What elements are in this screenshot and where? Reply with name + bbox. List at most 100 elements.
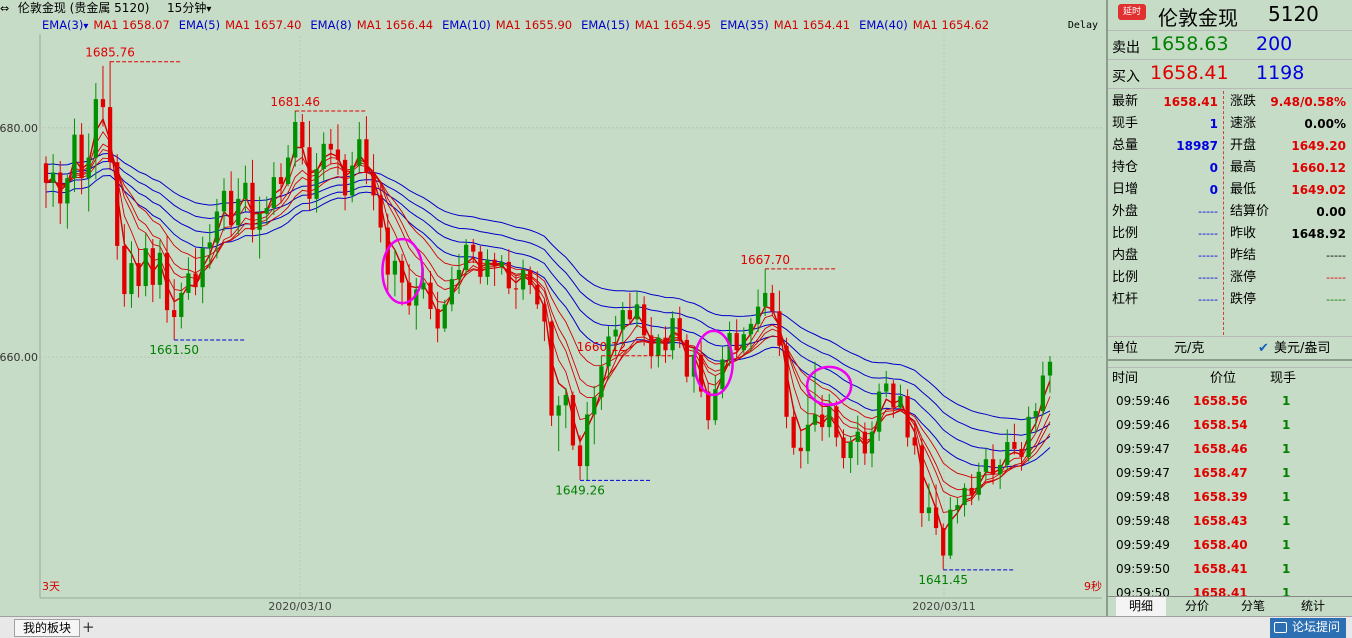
tick-list[interactable]: 09:59:46 1658.56 1 09:59:46 1658.54 1 09:59:47… (1108, 389, 1352, 607)
candle-body (812, 414, 818, 425)
stat-label: 跌停 (1230, 292, 1257, 307)
stat-value: 1660.12 (1291, 161, 1346, 175)
candle-body (805, 424, 811, 452)
extreme-price-label: 1660.12 (577, 340, 627, 354)
stat-value: ----- (1198, 271, 1218, 284)
buy-row[interactable]: 买入 1658.41 1198 (1108, 60, 1352, 89)
stat-label: 结算价 (1230, 204, 1270, 219)
candle-body (293, 122, 298, 158)
tick-row[interactable]: 09:59:50 1658.41 1 (1108, 557, 1348, 581)
tick-time: 09:59:50 (1116, 562, 1170, 576)
candle-body (463, 244, 469, 270)
forum-question-label: 论坛提问 (1291, 620, 1340, 634)
stat-label: 昨结 (1230, 248, 1257, 263)
candle-body (1033, 411, 1038, 417)
tick-row[interactable]: 09:59:47 1658.47 1 (1108, 461, 1348, 485)
stat-value: ----- (1198, 293, 1218, 306)
stat-value: 9.48/0.58% (1270, 95, 1346, 109)
extreme-price-label: 1681.46 (270, 95, 320, 109)
currency-value[interactable]: 美元/盎司 (1274, 337, 1330, 361)
legend-ema-3: EMA(10) (442, 18, 491, 32)
detail-tab[interactable]: 分笔 (1228, 597, 1278, 617)
tick-vol: 1 (1282, 442, 1291, 456)
candle-body (236, 198, 241, 226)
candle-body (143, 248, 148, 287)
tick-row[interactable]: 09:59:48 1658.43 1 (1108, 509, 1348, 533)
tick-time: 09:59:49 (1116, 538, 1170, 552)
tick-price: 1658.39 (1193, 490, 1248, 504)
sell-row[interactable]: 卖出 1658.63 200 (1108, 31, 1352, 60)
stat-label: 日增 (1112, 182, 1139, 197)
candle-body (641, 304, 647, 336)
candle-body (250, 182, 255, 230)
candle-body (563, 394, 568, 406)
unit-value[interactable]: 元/克 (1174, 337, 1204, 361)
indicator-selector[interactable]: EMA(3)▾ (42, 18, 88, 32)
candle-body (342, 159, 348, 196)
tick-row[interactable]: 09:59:48 1658.39 1 (1108, 485, 1348, 509)
stat-label: 持仓 (1112, 160, 1139, 175)
indicator-selector-label: EMA(3) (42, 18, 84, 32)
detail-tab[interactable]: 统计 (1288, 597, 1338, 617)
candle-body (150, 248, 155, 285)
candle-body (136, 263, 141, 287)
add-tab-button[interactable]: + (82, 618, 95, 636)
kline-chart[interactable]: 660.00 680.00 2020/03/10 2020/03/11 3天 9秒 1685… (0, 0, 1104, 616)
tick-price: 1658.43 (1193, 514, 1248, 528)
candle-body (1012, 442, 1017, 449)
quote-panel: 延时 伦敦金现 5120 卖出 1658.63 200 买入 1658.41 1… (1106, 0, 1352, 617)
kline-chart-panel[interactable]: 660.00 680.00 2020/03/10 2020/03/11 3天 9秒 1685… (0, 0, 1104, 616)
forum-question-button[interactable]: 论坛提问 (1269, 618, 1346, 638)
candle-body (335, 149, 341, 160)
tick-row[interactable]: 09:59:46 1658.56 1 (1108, 389, 1348, 413)
candle-body (549, 321, 554, 416)
period-label: 15分钟 (167, 1, 207, 15)
status-bar: 我的板块 + 论坛提问 (0, 616, 1352, 638)
candle-body (428, 282, 433, 309)
candle-body (663, 337, 668, 351)
candle-body (1005, 442, 1010, 465)
chart-type-icon[interactable]: ⇔ (0, 1, 14, 17)
extreme-price-label: 1685.76 (85, 46, 135, 60)
stat-value: 1648.92 (1291, 227, 1346, 241)
candle-body (43, 163, 49, 183)
candle-body (955, 505, 960, 510)
candle-body (506, 261, 511, 289)
candle-body (399, 260, 405, 283)
unit-row: 单位 元/克 ✔ 美元/盎司 (1108, 337, 1352, 361)
candle-body (855, 431, 860, 443)
candle-body (179, 292, 184, 317)
candle-body (884, 383, 889, 392)
tick-row[interactable]: 09:59:47 1658.46 1 (1108, 437, 1348, 461)
legend-ema-6: EMA(40) (859, 18, 908, 32)
candle-body (449, 279, 455, 305)
stat-label: 开盘 (1230, 138, 1257, 153)
my-board-tab[interactable]: 我的板块 (14, 619, 81, 637)
detail-tab[interactable]: 明细 (1116, 597, 1166, 617)
tick-row[interactable]: 09:59:49 1658.40 1 (1108, 533, 1348, 557)
candle-body (478, 251, 483, 277)
candle-body (307, 147, 312, 199)
tick-time: 09:59:46 (1116, 394, 1170, 408)
candle-body (933, 507, 939, 529)
stat-value: 1658.41 (1163, 95, 1218, 109)
candle-body (777, 311, 782, 346)
quote-header: 延时 伦敦金现 5120 (1108, 0, 1352, 31)
stat-row-right: 最低 1649.02 (1230, 179, 1346, 201)
tick-row[interactable]: 09:59:46 1658.54 1 (1108, 413, 1348, 437)
check-icon[interactable]: ✔ (1258, 337, 1269, 361)
candle-body (257, 213, 262, 230)
legend-ma-2: MA1 1656.44 (356, 18, 434, 32)
stat-row-left: 日增 0 (1112, 179, 1218, 201)
candle-body (706, 391, 711, 421)
candle-body (164, 252, 170, 311)
stat-value: 0 (1209, 183, 1218, 197)
candle-body (157, 252, 163, 285)
detail-tabs: 明细 分价 分笔 统计 (1108, 596, 1352, 617)
stat-label: 外盘 (1112, 204, 1139, 219)
period-selector[interactable]: 15分钟▾ (167, 0, 211, 18)
candle-body (827, 406, 832, 428)
detail-tab[interactable]: 分价 (1172, 597, 1222, 617)
stat-value: 1649.20 (1291, 139, 1346, 153)
candle-body (919, 445, 924, 514)
